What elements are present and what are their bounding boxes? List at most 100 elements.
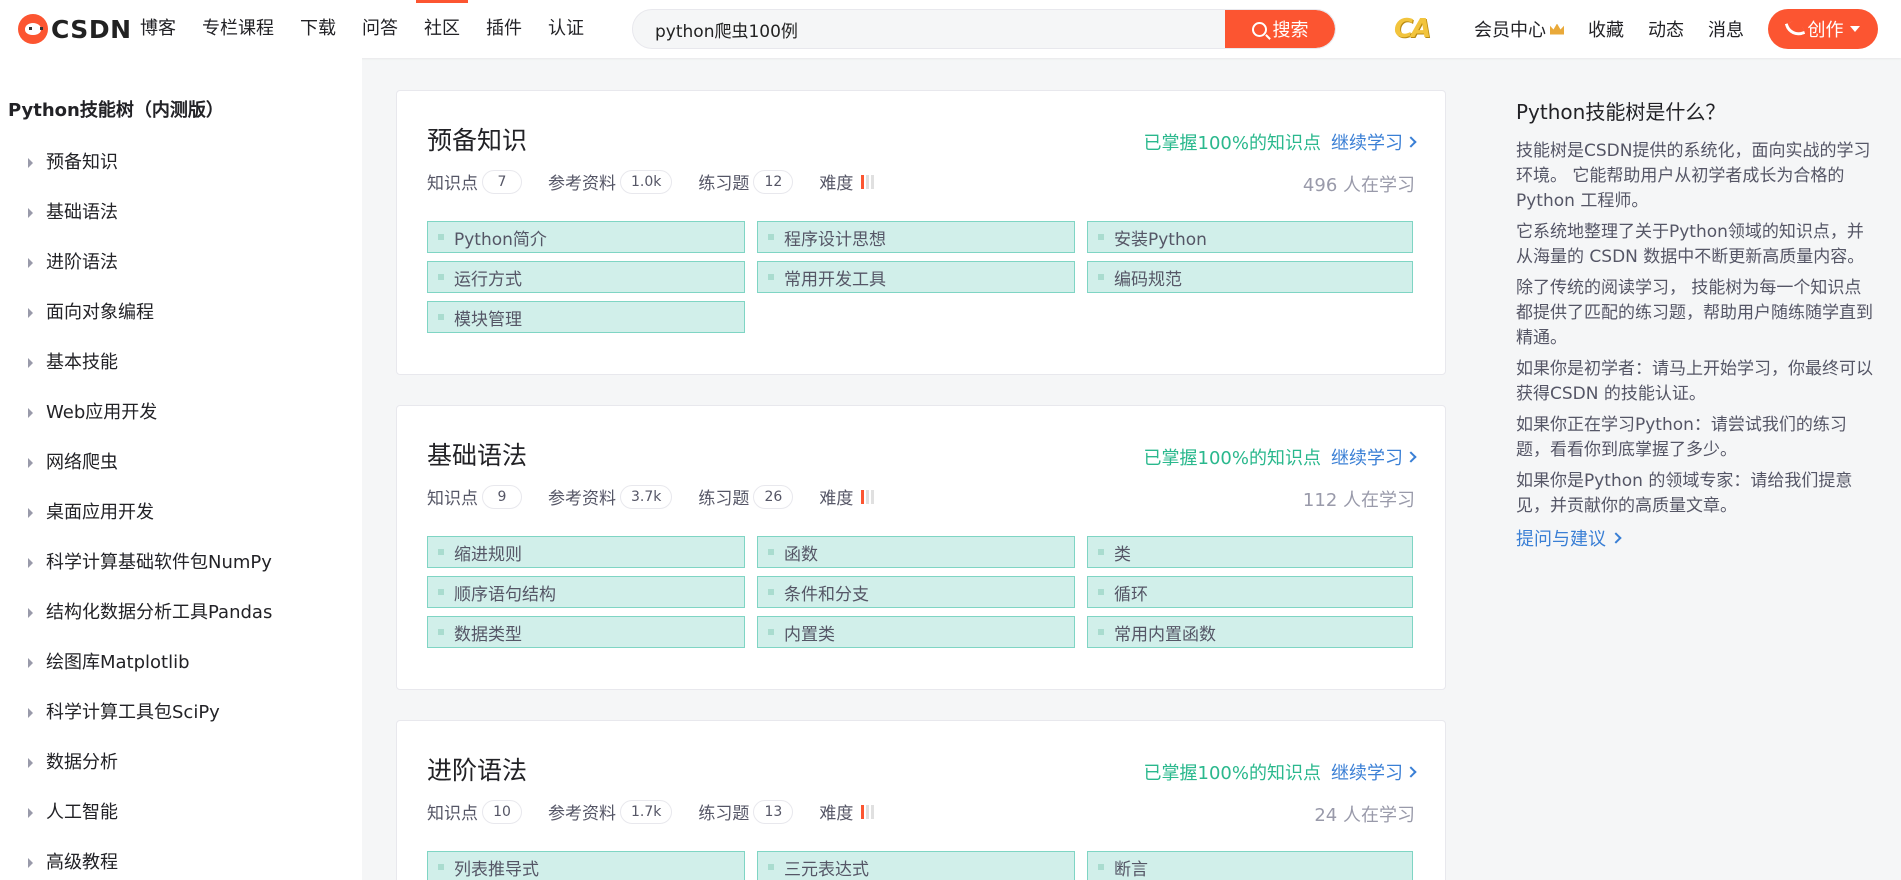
continue-learning-link[interactable]: 继续学习 <box>1331 759 1403 785</box>
nav-item-5[interactable]: 插件 <box>486 0 522 58</box>
topic-item[interactable]: 条件和分支 <box>757 576 1075 608</box>
topic-item[interactable]: 运行方式 <box>427 261 745 293</box>
skill-tree-list: 预备知识 基础语法进阶语法面向对象编程 基本技能 Web应用开发网络爬虫桌面应用开发科… <box>0 138 362 880</box>
nav-item-3[interactable]: 问答 <box>362 0 398 58</box>
topic-item[interactable]: 类 <box>1087 536 1413 568</box>
topic-label: 三元表达式 <box>784 859 869 880</box>
sidebar-item[interactable]: 基础语法 <box>0 188 362 238</box>
right-nav-item-3[interactable]: 消息 <box>1708 16 1744 42</box>
nav-item-4[interactable]: 社区 <box>416 0 468 58</box>
card-title[interactable]: 进阶语法 <box>427 751 527 787</box>
topic-item[interactable]: 三元表达式 <box>757 851 1075 880</box>
nav-item-0[interactable]: 博客 <box>140 0 176 58</box>
topic-item[interactable]: 循环 <box>1087 576 1413 608</box>
chevron-right-icon <box>1405 451 1417 463</box>
chevron-right-icon <box>1405 766 1417 778</box>
sidebar-item[interactable]: 高级教程 <box>0 838 362 880</box>
bullet-square-icon <box>438 589 444 595</box>
topic-item[interactable]: 常用内置函数 <box>1087 616 1413 648</box>
bullet-square-icon <box>438 549 444 555</box>
topic-label: 内置类 <box>784 624 835 645</box>
sidebar-item[interactable]: 科学计算基础软件包NumPy <box>0 538 362 588</box>
sidebar-item[interactable]: 结构化数据分析工具Pandas <box>0 588 362 638</box>
create-button[interactable]: 创作 <box>1768 9 1878 49</box>
topic-item[interactable]: 编码规范 <box>1087 261 1413 293</box>
triangle-right-icon <box>28 458 33 468</box>
info-title: Python技能树是什么？ <box>1516 100 1726 124</box>
triangle-right-icon <box>28 858 33 868</box>
topic-item[interactable]: Python简介 <box>427 221 745 253</box>
sidebar-item-label: 桌面应用开发 <box>46 502 154 523</box>
sidebar-item-label: Web应用开发 <box>46 402 158 423</box>
sidebar-item[interactable]: 科学计算工具包SciPy <box>0 688 362 738</box>
sidebar-item[interactable]: 人工智能 <box>0 788 362 838</box>
topic-grid: 缩进规则 函数 类顺序语句结构 条件和分支 循环数据类型 内置类 常用内置函数 <box>427 536 1417 648</box>
topic-label: 程序设计思想 <box>784 229 886 250</box>
card-title[interactable]: 预备知识 <box>427 121 527 157</box>
bullet-square-icon <box>438 629 444 635</box>
topic-item[interactable]: 数据类型 <box>427 616 745 648</box>
sidebar-item-label: 进阶语法 <box>46 252 118 273</box>
search-button[interactable]: 搜索 <box>1225 10 1335 48</box>
right-nav: 会员中心 收藏 动态 消息 <box>1474 0 1768 58</box>
difficulty-bar <box>861 489 865 504</box>
topic-item[interactable]: 安装Python <box>1087 221 1413 253</box>
info-paragraph: 它系统地整理了关于Python领域的知识点，并从海量的 CSDN 数据中不断更新… <box>1516 222 1865 267</box>
ca-badge[interactable]: CA <box>1394 14 1431 44</box>
right-nav-label: 会员中心 <box>1474 20 1546 41</box>
learners-count: 112 人在学习 <box>1302 490 1415 511</box>
bullet-square-icon <box>768 234 774 240</box>
exercises-count: 12 <box>753 169 794 194</box>
topic-label: 缩进规则 <box>454 544 522 565</box>
sidebar-item[interactable]: 基本技能 <box>0 338 362 388</box>
right-nav-item-2[interactable]: 动态 <box>1648 16 1684 42</box>
sidebar-item[interactable]: 数据分析 <box>0 738 362 788</box>
nav-item-6[interactable]: 认证 <box>548 0 584 58</box>
continue-learning-link[interactable]: 继续学习 <box>1331 129 1403 155</box>
mastery-status: 已掌握100%的知识点 继续学习 <box>1144 129 1417 155</box>
topic-item[interactable]: 程序设计思想 <box>757 221 1075 253</box>
topic-label: 类 <box>1114 544 1131 565</box>
sidebar-item-label: 科学计算工具包SciPy <box>46 702 220 723</box>
sidebar-item[interactable]: 桌面应用开发 <box>0 488 362 538</box>
exercises-label: 练习题 <box>698 804 750 824</box>
card-title[interactable]: 基础语法 <box>427 436 527 472</box>
sidebar-item[interactable]: 网络爬虫 <box>0 438 362 488</box>
search-button-label: 搜索 <box>1272 20 1309 41</box>
references-label: 参考资料 <box>548 489 616 509</box>
topic-item[interactable]: 模块管理 <box>427 301 745 333</box>
sidebar-item[interactable]: 预备知识 <box>0 138 362 188</box>
right-nav-item-1[interactable]: 收藏 <box>1588 16 1624 42</box>
points-count: 7 <box>482 169 522 194</box>
topic-item[interactable]: 断言 <box>1087 851 1413 880</box>
difficulty-label: 难度 <box>819 174 854 194</box>
points-label: 知识点 <box>427 174 478 194</box>
exercises-count: 26 <box>753 484 794 509</box>
topic-item[interactable]: 列表推导式 <box>427 851 745 880</box>
nav-item-1[interactable]: 专栏课程 <box>202 0 274 58</box>
topic-label: 编码规范 <box>1114 269 1182 290</box>
topic-item[interactable]: 顺序语句结构 <box>427 576 745 608</box>
topic-label: 数据类型 <box>454 624 522 645</box>
continue-learning-link[interactable]: 继续学习 <box>1331 444 1403 470</box>
topic-item[interactable]: 函数 <box>757 536 1075 568</box>
topic-item[interactable]: 常用开发工具 <box>757 261 1075 293</box>
nav-item-2[interactable]: 下载 <box>300 0 336 58</box>
difficulty-bar <box>871 489 875 504</box>
sidebar-item[interactable]: 进阶语法 <box>0 238 362 288</box>
card-meta: 知识点 10 参考资料 1.7k 练习题 13 难度 <box>427 799 876 824</box>
sidebar-item[interactable]: 绘图库Matplotlib <box>0 638 362 688</box>
feedback-link[interactable]: 提问与建议 <box>1516 525 1876 551</box>
right-nav-item-0[interactable]: 会员中心 <box>1474 16 1564 42</box>
triangle-right-icon <box>28 558 33 568</box>
bullet-square-icon <box>768 274 774 280</box>
csdn-logo[interactable]: CSDN <box>18 14 132 44</box>
info-paragraph: 如果你是初学者：请马上开始学习，你最终可以获得CSDN 的技能认证。 <box>1516 359 1873 404</box>
search-input[interactable] <box>633 10 1223 48</box>
sidebar-item[interactable]: 面向对象编程 <box>0 288 362 338</box>
topic-item[interactable]: 缩进规则 <box>427 536 745 568</box>
skill-tree-title: Python技能树（内测版） <box>8 100 224 121</box>
topic-item[interactable]: 内置类 <box>757 616 1075 648</box>
triangle-right-icon <box>28 158 33 168</box>
sidebar-item[interactable]: Web应用开发 <box>0 388 362 438</box>
